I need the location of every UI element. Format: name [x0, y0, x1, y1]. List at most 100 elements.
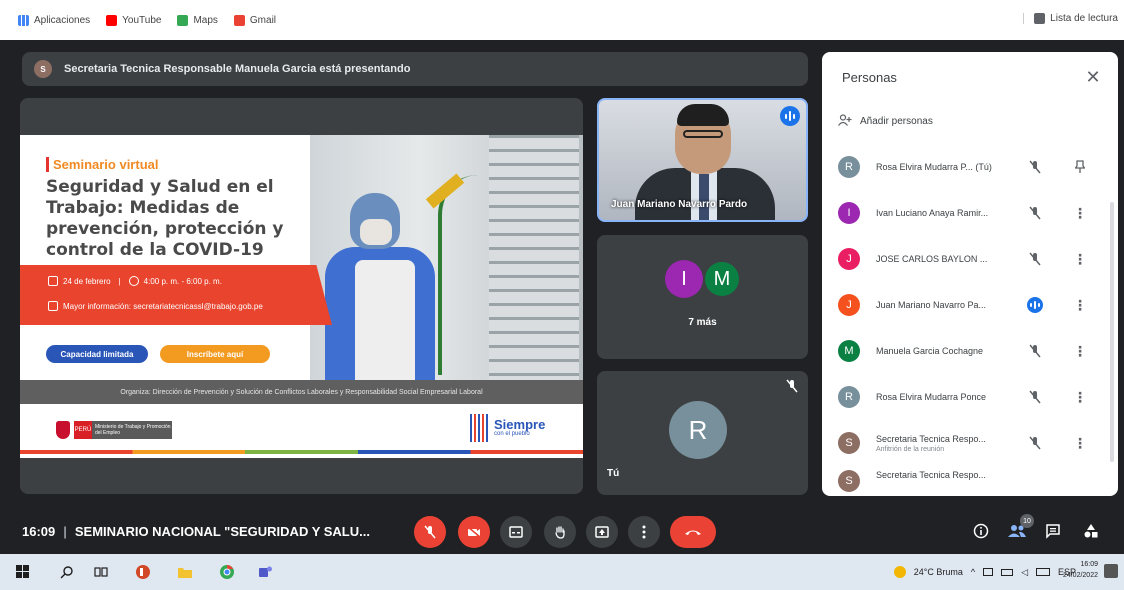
peru-label: PERÚ	[74, 421, 92, 439]
camera-toggle-button[interactable]	[458, 516, 490, 548]
participant-name: Rosa Elvira Mudarra P... (Tú)	[876, 162, 992, 172]
event-time: 4:00 p. m. - 6:00 p. m.	[143, 276, 222, 286]
slide-kicker: Seminario virtual	[46, 157, 158, 172]
avatar: J	[838, 294, 860, 316]
divider: |	[118, 276, 121, 286]
capacity-pill: Capacidad limitada	[46, 345, 148, 363]
present-button[interactable]	[586, 516, 618, 548]
mic-toggle-button[interactable]	[414, 516, 446, 548]
chat-button[interactable]	[1042, 520, 1064, 542]
task-view-icon[interactable]	[92, 563, 110, 581]
windows-start-icon[interactable]	[14, 563, 32, 581]
teams-icon[interactable]	[256, 563, 274, 581]
presentation-slide: Seminario virtual Seguridad y Salud en e…	[20, 135, 583, 458]
avatar: R	[838, 156, 860, 178]
bookmark-gmail[interactable]: Gmail	[233, 14, 276, 26]
chrome-icon[interactable]	[218, 563, 236, 581]
more-options-button[interactable]: ⋮	[1073, 249, 1087, 269]
more-vert-icon: ⋮	[1073, 296, 1087, 313]
mic-off-icon	[1027, 343, 1043, 359]
participant-row[interactable]: J JOSE CARLOS BAYLON ... ⋮	[822, 236, 1112, 282]
mic-off-icon	[1027, 435, 1043, 451]
people-button[interactable]: 10	[1006, 514, 1034, 542]
speaker-tie	[699, 174, 709, 220]
slide-title: Seguridad y Salud en el Trabajo: Medidas…	[46, 177, 284, 260]
presenting-text: Secretaria Tecnica Responsable Manuela G…	[64, 63, 411, 75]
more-vert-icon: ⋮	[1073, 250, 1087, 267]
people-panel: Personas ✕ Añadir personas R Rosa Elvira…	[822, 52, 1118, 496]
bookmark-youtube[interactable]: YouTube	[106, 14, 161, 26]
participant-row[interactable]: R Rosa Elvira Mudarra Ponce ⋮	[822, 374, 1112, 420]
more-vert-icon: ⋮	[1073, 434, 1087, 451]
apps-grid-icon	[18, 14, 29, 26]
ministry-label: Ministerio de Trabajo y Promoción del Em…	[92, 421, 172, 439]
activities-icon	[1084, 524, 1098, 538]
battery-icon[interactable]	[1001, 568, 1014, 576]
participant-list: R Rosa Elvira Mudarra P... (Tú) I Ivan L…	[822, 144, 1112, 492]
siempre-bars-icon	[470, 414, 490, 442]
presentation-stage[interactable]: Seminario virtual Seguridad y Salud en e…	[20, 98, 583, 494]
participant-row[interactable]: R Rosa Elvira Mudarra P... (Tú)	[822, 144, 1112, 190]
volume-icon[interactable]: ◁	[1021, 567, 1028, 578]
participant-video-tile[interactable]: Juan Mariano Navarro Pardo	[597, 98, 808, 222]
more-options-button[interactable]: ⋮	[1073, 203, 1087, 223]
participant-row[interactable]: J Juan Mariano Navarro Pa... ⋮	[822, 282, 1112, 328]
participant-row[interactable]: M Manuela Garcia Cochagne ⋮	[822, 328, 1112, 374]
speaker-hair	[677, 104, 729, 126]
more-vert-icon	[642, 525, 646, 539]
search-icon[interactable]	[58, 563, 76, 581]
pin-button[interactable]	[1074, 157, 1086, 177]
avatar: I	[838, 202, 860, 224]
meeting-details[interactable]: 16:09 | SEMINARIO NACIONAL "SEGURIDAD Y …	[22, 524, 370, 539]
panel-scrollbar[interactable]	[1110, 202, 1114, 462]
more-options-button[interactable]: ⋮	[1073, 341, 1087, 361]
mic-off-icon	[1027, 205, 1043, 221]
bookmark-maps[interactable]: Maps	[177, 14, 218, 26]
system-clock[interactable]: 16:09 24/02/2022	[1063, 559, 1098, 581]
more-participants-tile[interactable]: I M 7 más	[597, 235, 808, 359]
weather-text[interactable]: 24°C Bruma	[914, 567, 963, 577]
avatar: R	[838, 386, 860, 408]
sprayer-hose	[438, 175, 478, 375]
calendar-icon	[48, 276, 58, 286]
participant-name: JOSE CARLOS BAYLON ...	[876, 254, 988, 264]
activities-button[interactable]	[1080, 520, 1102, 542]
close-panel-button[interactable]: ✕	[1082, 66, 1104, 88]
more-options-button[interactable]: ⋮	[1073, 295, 1087, 315]
mic-off-icon	[1027, 251, 1043, 267]
coat-of-arms-icon	[56, 421, 70, 439]
avatar: J	[838, 248, 860, 270]
more-options-button[interactable]	[628, 516, 660, 548]
leave-call-button[interactable]	[670, 516, 716, 548]
participant-row[interactable]: S Secretaria Tecnica Respo... Anfitrión …	[822, 420, 1112, 466]
participant-name: Rosa Elvira Mudarra Ponce	[876, 392, 987, 402]
more-options-button[interactable]: ⋮	[1073, 433, 1087, 453]
chevron-up-icon[interactable]: ^	[971, 567, 975, 577]
raise-hand-button[interactable]	[544, 516, 576, 548]
presenting-banner: S Secretaria Tecnica Responsable Manuela…	[22, 52, 808, 86]
more-options-button[interactable]: ⋮	[1073, 387, 1087, 407]
people-panel-title: Personas	[842, 70, 897, 85]
bookmark-apps[interactable]: Aplicaciones	[18, 14, 90, 26]
participant-row[interactable]: I Ivan Luciano Anaya Ramir... ⋮	[822, 190, 1112, 236]
siempre-text: Siempre	[494, 417, 546, 432]
event-date: 24 de febrero	[63, 276, 111, 286]
more-vert-icon: ⋮	[1073, 204, 1087, 221]
siempre-logo: Siempre con el pueblo	[470, 414, 545, 442]
add-people-button[interactable]: Añadir personas	[838, 114, 933, 129]
notification-center-icon[interactable]	[1104, 564, 1118, 578]
reading-list-button[interactable]: Lista de lectura	[1023, 13, 1118, 24]
mic-off-icon	[1027, 159, 1043, 175]
organizer-strip: Organiza: Dirección de Prevención y Solu…	[20, 380, 583, 404]
powerpoint-icon[interactable]	[134, 563, 152, 581]
keyboard-icon[interactable]	[1035, 568, 1050, 576]
captions-button[interactable]	[500, 516, 532, 548]
meeting-info-button[interactable]	[970, 520, 992, 542]
network-icon[interactable]	[983, 568, 994, 576]
self-tile[interactable]: R Tú	[597, 371, 808, 495]
file-explorer-icon[interactable]	[176, 563, 194, 581]
slide-footer: PERÚ Ministerio de Trabajo y Promoción d…	[20, 404, 583, 454]
participant-row[interactable]: S Secretaria Tecnica Respo...	[822, 466, 1112, 492]
more-count-label: 7 más	[688, 317, 717, 328]
self-label: Tú	[607, 468, 620, 479]
